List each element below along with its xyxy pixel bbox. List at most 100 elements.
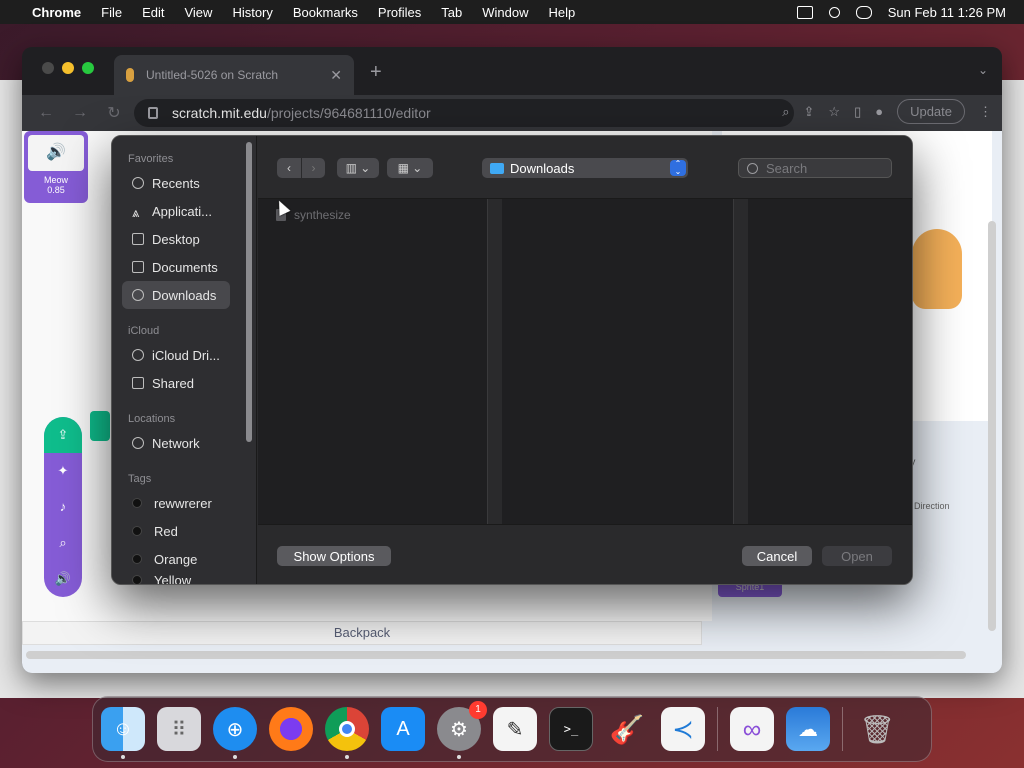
trash-icon[interactable]: 🗑 [855, 707, 899, 751]
menu-history[interactable]: History [232, 5, 272, 20]
menu-tab[interactable]: Tab [441, 5, 462, 20]
shared-folder-icon [132, 377, 144, 389]
menu-edit[interactable]: Edit [142, 5, 164, 20]
close-window-button[interactable] [42, 62, 54, 74]
sidebar-tag-red[interactable]: Red [122, 517, 230, 545]
menu-clock[interactable]: Sun Feb 11 1:26 PM [888, 5, 1006, 20]
forward-chevron-icon[interactable]: › [301, 158, 325, 178]
maximize-window-button[interactable] [82, 62, 94, 74]
lock-icon [148, 107, 158, 119]
vscode-icon[interactable]: ≺ [661, 707, 705, 751]
menu-window[interactable]: Window [482, 5, 528, 20]
menu-app-name[interactable]: Chrome [32, 5, 81, 20]
system-settings-icon[interactable]: ⚙ 1 [437, 701, 487, 759]
section-icloud: iCloud [128, 325, 160, 337]
chrome-icon[interactable] [325, 707, 369, 759]
sidebar-item-recents[interactable]: Recents [122, 169, 230, 197]
sidebar-tag-orange[interactable]: Orange [122, 545, 230, 573]
terminal-icon[interactable]: >_ [549, 707, 593, 751]
sidebar-scrollbar[interactable] [246, 142, 252, 442]
backpack-bar[interactable]: Backpack [22, 621, 702, 645]
search-input[interactable] [766, 160, 886, 176]
view-mode-columns[interactable]: ▥ ⌄ [337, 158, 379, 178]
screen-mirroring-icon[interactable] [796, 5, 813, 19]
share-icon[interactable]: ⇪ [804, 104, 815, 120]
horizontal-scrollbar[interactable] [26, 651, 966, 659]
location-popup[interactable]: Downloads ⌃ ⌄ [482, 158, 688, 178]
new-tab-icon[interactable]: + [370, 61, 382, 84]
back-arrow-icon[interactable]: ← [36, 104, 56, 122]
menu-help[interactable]: Help [549, 5, 576, 20]
tag-dot-icon [132, 498, 142, 508]
document-icon [132, 261, 144, 273]
browser-column-1[interactable] [258, 199, 488, 524]
dock-separator [842, 707, 843, 751]
sidebar-tag-yellow[interactable]: Yellow [122, 573, 230, 584]
tab-search-chevron-icon[interactable]: ⌄ [978, 63, 988, 77]
surprise-icon[interactable]: ✦ [44, 453, 82, 489]
profile-avatar-icon[interactable]: ● [875, 104, 883, 119]
spotlight-search-icon[interactable] [828, 6, 840, 18]
dialog-sidebar: Favorites Recents ⩓ Applicati... Desktop … [112, 136, 257, 584]
weather-icon[interactable]: ☁ [786, 707, 830, 751]
cancel-button[interactable]: Cancel [742, 546, 812, 566]
search-sound-icon[interactable]: ⌕ [44, 525, 82, 561]
menu-profiles[interactable]: Profiles [378, 5, 421, 20]
textedit-icon[interactable]: ✎ [493, 707, 537, 751]
speaker-icon: 🔊 [28, 135, 84, 171]
column-divider[interactable] [488, 199, 502, 524]
chrome-menu-icon[interactable]: ⋮ [979, 104, 992, 120]
sidebar-item-desktop[interactable]: Desktop [122, 225, 230, 253]
back-forward-control: ‹ › [277, 158, 325, 178]
visual-studio-icon[interactable]: ∞ [730, 707, 774, 751]
menu-bookmarks[interactable]: Bookmarks [293, 5, 358, 20]
sidebar-item-documents[interactable]: Documents [122, 253, 230, 281]
safari-icon[interactable]: ⊕ [213, 707, 257, 759]
choose-sound-icon[interactable]: 🔊 [44, 561, 82, 597]
address-bar[interactable]: scratch.mit.edu/projects/964681110/edito… [134, 99, 794, 127]
open-button[interactable]: Open [822, 546, 892, 566]
sound-card-meow[interactable]: 🔊 Meow 0.85 [24, 131, 88, 203]
url-host: scratch.mit.edu [172, 105, 267, 121]
forward-arrow-icon[interactable]: → [70, 104, 90, 122]
zoom-search-icon[interactable]: ⌕ [782, 104, 789, 120]
menu-file[interactable]: File [101, 5, 122, 20]
update-button[interactable]: Update [897, 99, 965, 124]
browser-tab[interactable]: Untitled-5026 on Scratch ✕ [114, 55, 354, 95]
column-divider[interactable] [734, 199, 748, 524]
group-by-menu[interactable]: ▦ ⌄ [387, 158, 433, 178]
record-microphone-icon[interactable]: ♪ [44, 489, 82, 525]
firefox-icon[interactable] [269, 707, 313, 751]
search-field[interactable] [738, 158, 892, 178]
dock-separator [717, 707, 718, 751]
menu-view[interactable]: View [184, 5, 212, 20]
running-indicator [345, 755, 349, 759]
tab-title: Untitled-5026 on Scratch [146, 68, 279, 82]
url-path: /projects/964681110/editor [266, 105, 431, 121]
sidebar-item-downloads[interactable]: Downloads [122, 281, 230, 309]
sidebar-item-shared[interactable]: Shared [122, 369, 230, 397]
browser-column-2[interactable] [502, 199, 734, 524]
download-icon [132, 289, 144, 301]
close-tab-icon[interactable]: ✕ [330, 67, 342, 84]
show-options-button[interactable]: Show Options [277, 546, 391, 566]
vertical-scrollbar[interactable] [988, 221, 996, 631]
side-panel-icon[interactable]: ▯ [854, 104, 861, 120]
sidebar-tag-rewwrerer[interactable]: rewwrerer [122, 489, 230, 517]
minimize-window-button[interactable] [62, 62, 74, 74]
garageband-icon[interactable]: 🎸 [605, 707, 649, 751]
open-file-dialog: Favorites Recents ⩓ Applicati... Desktop … [111, 135, 913, 585]
sidebar-item-network[interactable]: Network [122, 429, 230, 457]
app-store-icon[interactable]: A [381, 707, 425, 751]
sidebar-item-icloud-drive[interactable]: iCloud Dri... [122, 341, 230, 369]
direction-label: Direction [914, 501, 950, 511]
upload-sound-icon[interactable]: ⇪ [44, 417, 82, 453]
finder-icon[interactable]: ☺ [101, 707, 145, 759]
sidebar-item-applications[interactable]: ⩓ Applicati... [122, 197, 230, 225]
control-center-icon[interactable] [855, 5, 872, 19]
bookmark-star-icon[interactable]: ☆ [828, 104, 840, 120]
reload-icon[interactable]: ↻ [104, 103, 124, 123]
launchpad-icon[interactable]: ⠿ [157, 707, 201, 751]
tag-dot-icon [132, 554, 142, 564]
back-chevron-icon[interactable]: ‹ [277, 158, 301, 178]
